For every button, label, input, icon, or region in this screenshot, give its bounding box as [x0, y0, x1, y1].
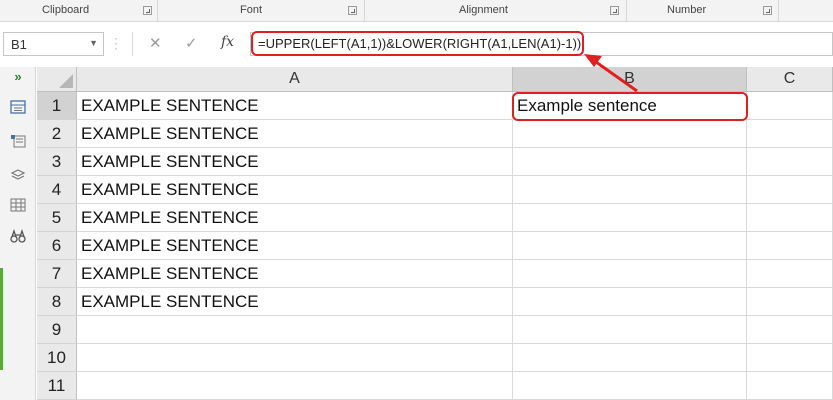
cell-c-4[interactable] — [747, 176, 833, 204]
ribbon-group-alignment: Alignment — [365, 0, 627, 22]
form-icon[interactable] — [9, 100, 27, 116]
formula-highlight-annotation — [251, 31, 584, 56]
cell-c-2[interactable] — [747, 120, 833, 148]
dialog-launcher-icon[interactable] — [763, 6, 772, 15]
cell-a-5[interactable]: EXAMPLE SENTENCE — [77, 204, 513, 232]
row-header[interactable]: 2 — [37, 120, 77, 148]
formula-buttons: ✕ ✓ fx — [132, 32, 244, 56]
row-header[interactable]: 7 — [37, 260, 77, 288]
cell-c-3[interactable] — [747, 148, 833, 176]
dialog-launcher-icon[interactable] — [143, 6, 152, 15]
ribbon-group-labels: Clipboard Font Alignment Number — [0, 0, 833, 22]
row-header[interactable]: 11 — [37, 372, 77, 400]
expand-icon[interactable]: » — [9, 69, 27, 85]
chevron-down-icon[interactable]: ▼ — [89, 38, 98, 48]
cell-a-7[interactable]: EXAMPLE SENTENCE — [77, 260, 513, 288]
cell-c-11[interactable] — [747, 372, 833, 400]
cell-b-2[interactable] — [513, 120, 747, 148]
insert-function-icon[interactable]: fx — [221, 34, 234, 50]
ribbon-group-number: Number — [627, 0, 779, 22]
cell-b-5[interactable] — [513, 204, 747, 232]
cell-c-1[interactable] — [747, 92, 833, 120]
cell-a-1[interactable]: EXAMPLE SENTENCE — [77, 92, 513, 120]
result-highlight-annotation — [512, 92, 748, 121]
cell-b-9[interactable] — [513, 316, 747, 344]
list-icon[interactable] — [9, 134, 27, 150]
cell-b-8[interactable] — [513, 288, 747, 316]
cell-a-3[interactable]: EXAMPLE SENTENCE — [77, 148, 513, 176]
column-header-c[interactable]: C — [747, 67, 833, 92]
cell-c-6[interactable] — [747, 232, 833, 260]
cell-a-9[interactable] — [77, 316, 513, 344]
ribbon-group-clipboard: Clipboard — [0, 0, 158, 22]
enter-icon[interactable]: ✓ — [185, 34, 198, 52]
row-header[interactable]: 3 — [37, 148, 77, 176]
ribbon-group-label: Font — [240, 4, 263, 16]
cell-b-6[interactable] — [513, 232, 747, 260]
ribbon-group-label: Number — [667, 4, 707, 16]
stack-icon[interactable] — [9, 167, 27, 183]
cell-a-2[interactable]: EXAMPLE SENTENCE — [77, 120, 513, 148]
cell-b-7[interactable] — [513, 260, 747, 288]
row-header[interactable]: 5 — [37, 204, 77, 232]
drag-handle-icon[interactable]: · · · — [114, 32, 118, 54]
cell-c-9[interactable] — [747, 316, 833, 344]
ribbon-group-label: Alignment — [459, 4, 508, 16]
dialog-launcher-icon[interactable] — [348, 6, 357, 15]
name-box[interactable]: B1 ▼ — [3, 32, 104, 56]
cell-a-8[interactable]: EXAMPLE SENTENCE — [77, 288, 513, 316]
cell-b-3[interactable] — [513, 148, 747, 176]
name-box-value: B1 — [11, 37, 27, 52]
cell-b-11[interactable] — [513, 372, 747, 400]
row-header[interactable]: 10 — [37, 344, 77, 372]
status-indicator — [0, 268, 3, 370]
column-header-a[interactable]: A — [77, 67, 513, 92]
side-rail: » — [0, 67, 36, 400]
dialog-launcher-icon[interactable] — [610, 6, 619, 15]
cell-a-6[interactable]: EXAMPLE SENTENCE — [77, 232, 513, 260]
row-header[interactable]: 4 — [37, 176, 77, 204]
cell-c-5[interactable] — [747, 204, 833, 232]
binoculars-icon[interactable] — [9, 228, 27, 245]
cell-a-11[interactable] — [77, 372, 513, 400]
cell-c-10[interactable] — [747, 344, 833, 372]
table-icon[interactable] — [9, 198, 27, 214]
row-header[interactable]: 6 — [37, 232, 77, 260]
ribbon-group-label: Clipboard — [42, 4, 90, 16]
cell-c-8[interactable] — [747, 288, 833, 316]
row-header[interactable]: 9 — [37, 316, 77, 344]
ribbon-group-font: Font — [158, 0, 365, 22]
row-header[interactable]: 1 — [37, 92, 77, 120]
worksheet-grid: A B C 1 EXAMPLE SENTENCE Example sentence 2… — [37, 67, 833, 400]
cancel-icon[interactable]: ✕ — [149, 34, 162, 52]
cell-a-4[interactable]: EXAMPLE SENTENCE — [77, 176, 513, 204]
cell-c-7[interactable] — [747, 260, 833, 288]
select-all-button[interactable] — [37, 67, 77, 92]
cell-b-10[interactable] — [513, 344, 747, 372]
column-header-b[interactable]: B — [513, 67, 747, 92]
row-header[interactable]: 8 — [37, 288, 77, 316]
cell-a-10[interactable] — [77, 344, 513, 372]
cell-b-4[interactable] — [513, 176, 747, 204]
